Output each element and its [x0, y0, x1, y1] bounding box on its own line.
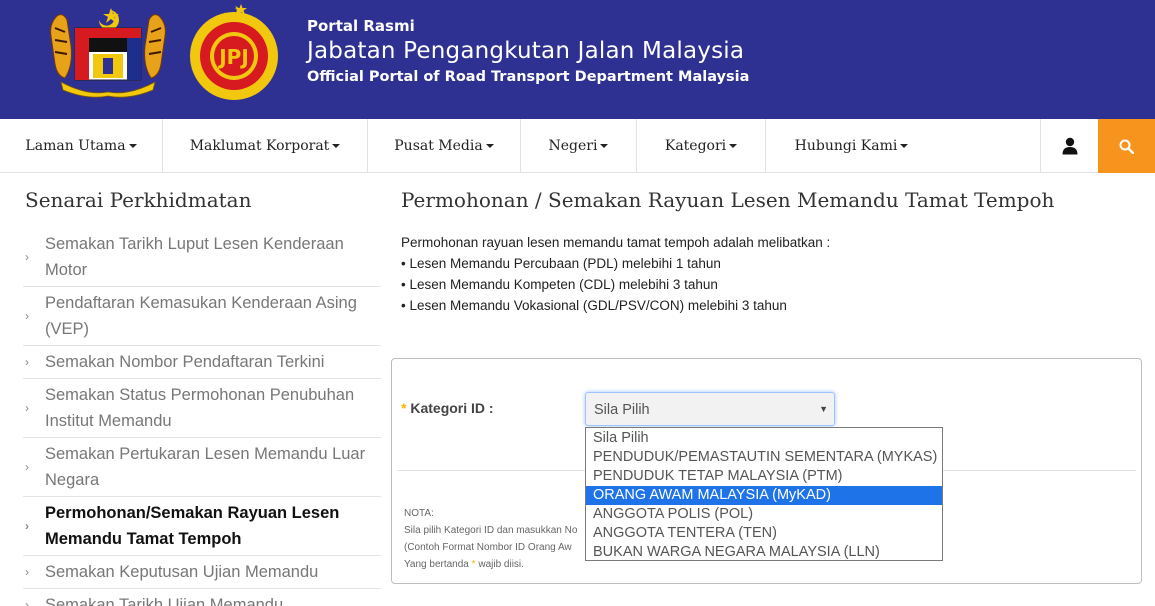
nav-label: Hubungi Kami	[794, 138, 898, 154]
sidebar-item-label: Semakan Nombor Pendaftaran Terkini	[45, 353, 325, 371]
chevron-right-icon: ›	[25, 519, 29, 533]
nav-item-hubungi-kami[interactable]: Hubungi Kami	[766, 119, 937, 173]
dropdown-option[interactable]: PENDUDUK TETAP MALAYSIA (PTM)	[586, 467, 942, 486]
nota-section: NOTA: Sila pilih Kategori ID dan masukka…	[404, 505, 594, 573]
coat-of-arms-logo[interactable]	[47, 6, 169, 98]
bullet-item: • Lesen Memandu Vokasional (GDL/PSV/CON)…	[401, 298, 787, 313]
site-subtitle: Official Portal of Road Transport Depart…	[307, 69, 750, 85]
search-button[interactable]	[1098, 119, 1155, 173]
caret-down-icon	[128, 144, 137, 148]
sidebar-item[interactable]: › Semakan Tarikh Luput Lesen Kenderaan Mo…	[23, 228, 381, 287]
chevron-right-icon: ›	[25, 401, 29, 415]
bullet-item: • Lesen Memandu Percubaan (PDL) melebihi…	[401, 256, 721, 271]
sidebar-item-active[interactable]: › Permohonan/Semakan Rayuan Lesen Memandu…	[23, 497, 381, 556]
site-title[interactable]: Jabatan Pengangkutan Jalan Malaysia	[307, 38, 744, 64]
nav-item-kategori[interactable]: Kategori	[637, 119, 766, 173]
nav-label: Kategori	[664, 138, 727, 154]
dropdown-option[interactable]: PENDUDUK/PEMASTAUTIN SEMENTARA (MYKAS)	[586, 448, 942, 467]
caret-down-icon	[485, 144, 494, 148]
service-list: › Semakan Tarikh Luput Lesen Kenderaan Mo…	[23, 228, 381, 606]
caret-down-icon	[900, 144, 909, 148]
portal-label: Portal Rasmi	[307, 17, 415, 35]
caret-down-icon	[332, 144, 341, 148]
nota-text: wajib diisi.	[478, 559, 524, 570]
chevron-right-icon: ›	[25, 565, 29, 579]
sidebar-item-label: Semakan Status Permohonan Penubuhan Inst…	[45, 386, 355, 430]
bullet-item: • Lesen Memandu Kompeten (CDL) melebihi …	[401, 277, 718, 292]
sidebar-item-label: Semakan Pertukaran Lesen Memandu Luar Ne…	[45, 445, 366, 489]
sidebar-item[interactable]: › Semakan Nombor Pendaftaran Terkini	[23, 346, 381, 379]
sidebar-item-label: Semakan Tarikh Ujian Memandu	[45, 596, 284, 606]
sidebar-item-label: Permohonan/Semakan Rayuan Lesen Memandu …	[45, 504, 340, 548]
search-icon	[1119, 139, 1134, 154]
required-mark: *	[471, 559, 476, 570]
nav-label: Maklumat Korporat	[189, 138, 330, 154]
jpj-logo[interactable]: JPJ	[185, 4, 283, 102]
nota-title: NOTA:	[404, 508, 434, 519]
caret-down-icon	[600, 144, 609, 148]
nota-line: Yang bertanda * wajib diisi.	[404, 556, 594, 573]
required-mark: *	[401, 400, 407, 416]
caret-down-icon	[729, 144, 738, 148]
user-login-button[interactable]	[1040, 119, 1098, 173]
nota-text: Yang bertanda	[404, 559, 469, 570]
nav-item-laman-utama[interactable]: Laman Utama	[0, 119, 163, 173]
nav-item-maklumat-korporat[interactable]: Maklumat Korporat	[163, 119, 368, 173]
select-value: Sila Pilih	[594, 402, 650, 418]
chevron-right-icon: ›	[25, 309, 29, 323]
chevron-right-icon: ›	[25, 355, 29, 369]
kategori-id-select[interactable]: Sila Pilih ▼	[585, 392, 835, 426]
sidebar-item[interactable]: › Pendaftaran Kemasukan Kenderaan Asing (…	[23, 287, 381, 346]
sidebar-item-label: Pendaftaran Kemasukan Kenderaan Asing (V…	[45, 294, 357, 338]
sidebar-item[interactable]: › Semakan Pertukaran Lesen Memandu Luar N…	[23, 438, 381, 497]
page-title: Permohonan / Semakan Rayuan Lesen Memand…	[401, 188, 1055, 212]
sidebar-item[interactable]: › Semakan Status Permohonan Penubuhan Ins…	[23, 379, 381, 438]
user-icon	[1062, 137, 1077, 155]
nota-line: Sila pilih Kategori ID dan masukkan No	[404, 525, 578, 536]
sidebar-item-label: Semakan Keputusan Ujian Memandu	[45, 563, 319, 581]
dropdown-option[interactable]: ANGGOTA TENTERA (TEN)	[586, 524, 942, 543]
nav-label: Pusat Media	[394, 138, 483, 154]
kategori-id-dropdown-list: Sila Pilih PENDUDUK/PEMASTAUTIN SEMENTAR…	[585, 427, 943, 561]
chevron-right-icon: ›	[25, 250, 29, 264]
dropdown-option-highlighted[interactable]: ORANG AWAM MALAYSIA (MyKAD)	[586, 486, 942, 505]
intro-line: Permohonan rayuan lesen memandu tamat te…	[401, 235, 831, 250]
sidebar-item-label: Semakan Tarikh Luput Lesen Kenderaan Mot…	[45, 235, 344, 279]
svg-text:JPJ: JPJ	[217, 45, 249, 69]
dropdown-option[interactable]: ANGGOTA POLIS (POL)	[586, 505, 942, 524]
chevron-right-icon: ›	[25, 598, 29, 606]
nav-label: Negeri	[548, 138, 598, 154]
sidebar-title: Senarai Perkhidmatan	[25, 188, 252, 212]
site-header: JPJ Portal Rasmi Jabatan Pengangkutan Ja…	[0, 0, 1155, 119]
nav-item-negeri[interactable]: Negeri	[521, 119, 637, 173]
dropdown-arrow-icon: ▼	[819, 404, 828, 414]
dropdown-option[interactable]: Sila Pilih	[586, 429, 942, 448]
nav-item-pusat-media[interactable]: Pusat Media	[368, 119, 521, 173]
main-navigation: Laman Utama Maklumat Korporat Pusat Medi…	[0, 119, 1155, 173]
sidebar-item[interactable]: › Semakan Keputusan Ujian Memandu	[23, 556, 381, 589]
chevron-right-icon: ›	[25, 460, 29, 474]
nota-line: (Contoh Format Nombor ID Orang Aw	[404, 542, 572, 553]
sidebar-item[interactable]: › Semakan Tarikh Ujian Memandu	[23, 589, 381, 606]
intro-text: Permohonan rayuan lesen memandu tamat te…	[401, 232, 830, 316]
kategori-id-label: * Kategori ID :	[401, 400, 494, 416]
nav-label: Laman Utama	[25, 138, 126, 154]
kategori-id-label-text: Kategori ID :	[410, 400, 494, 416]
dropdown-option[interactable]: BUKAN WARGA NEGARA MALAYSIA (LLN)	[586, 543, 942, 562]
